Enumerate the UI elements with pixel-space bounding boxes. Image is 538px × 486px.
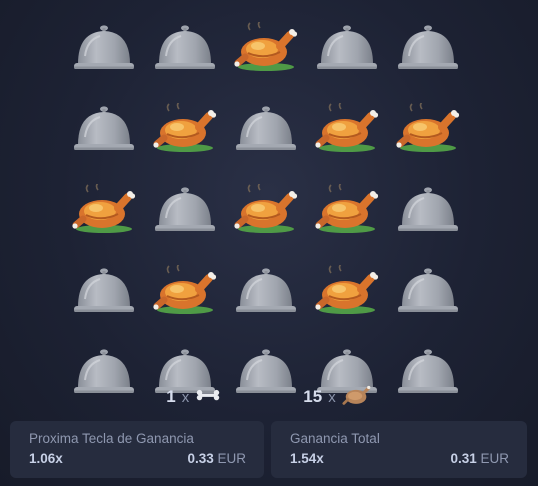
- tile-chicken[interactable]: [153, 97, 217, 161]
- total-win-panel: Ganancia Total 1.54x 0.31 EUR: [271, 421, 527, 478]
- roast-chicken-icon: [153, 265, 217, 317]
- counters-bar: 1 x 15 x: [0, 382, 538, 412]
- bone-times: x: [181, 388, 190, 406]
- cloche-icon: [72, 265, 136, 317]
- roast-chicken-icon: [315, 103, 379, 155]
- next-win-label: Proxima Tecla de Ganancia: [29, 431, 194, 446]
- roast-chicken-icon: [234, 22, 298, 74]
- roast-chicken-icon: [153, 103, 217, 155]
- tile-cloche[interactable]: [315, 16, 379, 80]
- cloche-icon: [315, 22, 379, 74]
- cloche-icon: [396, 184, 460, 236]
- bone-count: 1: [166, 387, 176, 406]
- next-win-multiplier: 1.06x: [29, 451, 63, 466]
- cloche-icon: [153, 22, 217, 74]
- tile-cloche[interactable]: [234, 97, 298, 161]
- tile-cloche[interactable]: [153, 16, 217, 80]
- roast-chicken-icon: [315, 265, 379, 317]
- tile-chicken[interactable]: [315, 97, 379, 161]
- total-win-multiplier: 1.54x: [290, 451, 324, 466]
- roast-chicken-icon: [72, 184, 136, 236]
- tile-cloche[interactable]: [153, 178, 217, 242]
- tile-chicken[interactable]: [315, 259, 379, 323]
- chicken-counter: 15 x: [303, 382, 371, 413]
- total-win-currency: EUR: [480, 451, 509, 466]
- tile-cloche[interactable]: [396, 259, 460, 323]
- next-win-amount: 0.33: [187, 451, 214, 466]
- bone-icon: [195, 387, 221, 407]
- cloche-icon: [153, 184, 217, 236]
- total-win-amount: 0.31: [450, 451, 477, 466]
- next-win-panel: Proxima Tecla de Ganancia 1.06x 0.33 EUR: [10, 421, 264, 478]
- cloche-icon: [234, 103, 298, 155]
- cloche-icon: [396, 265, 460, 317]
- tile-cloche[interactable]: [72, 97, 136, 161]
- tile-chicken[interactable]: [234, 178, 298, 242]
- tile-chicken[interactable]: [315, 178, 379, 242]
- chicken-count: 15: [303, 387, 323, 406]
- cloche-icon: [396, 22, 460, 74]
- roast-chicken-icon: [234, 184, 298, 236]
- cloche-icon: [72, 103, 136, 155]
- tile-cloche[interactable]: [396, 178, 460, 242]
- tile-chicken[interactable]: [153, 259, 217, 323]
- bone-counter: 1 x: [166, 387, 221, 407]
- roast-chicken-icon: [396, 103, 460, 155]
- cloche-icon: [72, 22, 136, 74]
- game-board: [72, 16, 460, 404]
- tile-chicken[interactable]: [234, 16, 298, 80]
- tile-cloche[interactable]: [234, 259, 298, 323]
- next-win-currency: EUR: [217, 451, 246, 466]
- chicken-icon: [342, 382, 372, 413]
- tile-cloche[interactable]: [396, 16, 460, 80]
- cloche-icon: [234, 265, 298, 317]
- roast-chicken-icon: [315, 184, 379, 236]
- chicken-times: x: [328, 388, 336, 406]
- tile-cloche[interactable]: [72, 16, 136, 80]
- total-win-label: Ganancia Total: [290, 431, 380, 446]
- tile-chicken[interactable]: [396, 97, 460, 161]
- tile-cloche[interactable]: [72, 259, 136, 323]
- tile-chicken[interactable]: [72, 178, 136, 242]
